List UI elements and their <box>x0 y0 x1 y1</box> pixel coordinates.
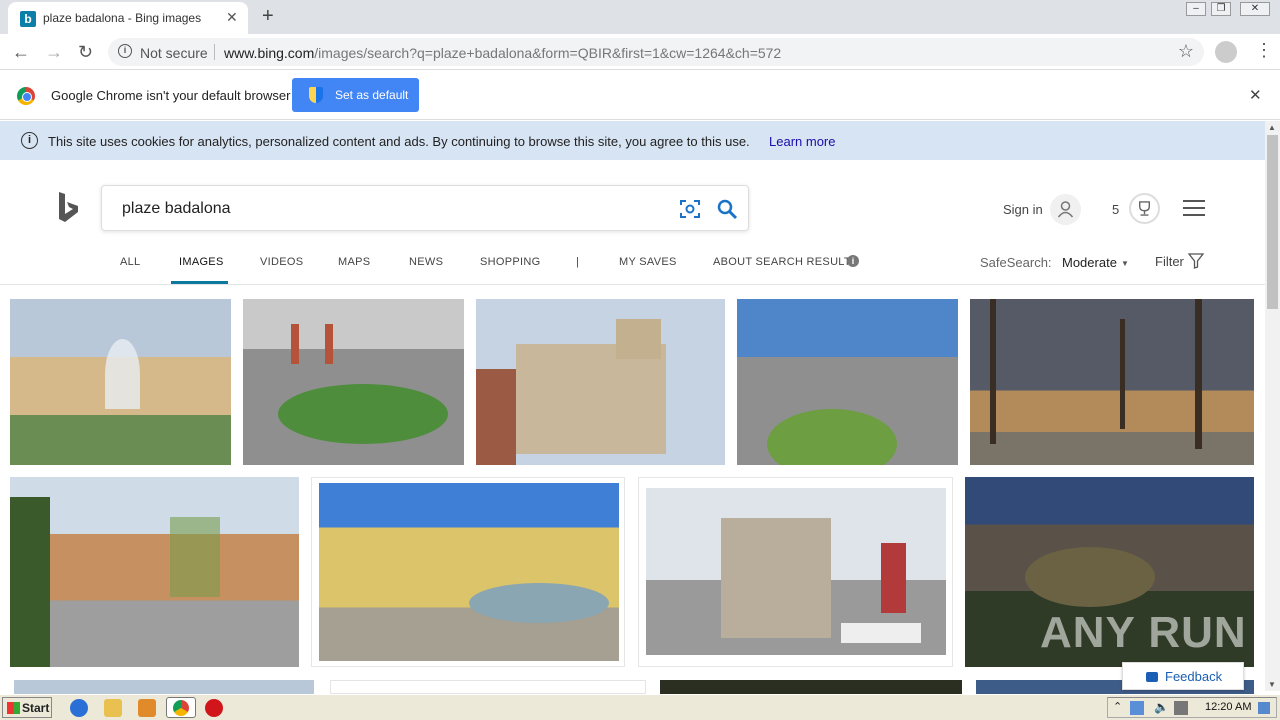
tab-strip: b plaze badalona - Bing images ✕ + – ❐ ✕ <box>0 0 1280 34</box>
tab-shopping[interactable]: SHOPPING <box>480 256 540 268</box>
scope-bar: ALL IMAGES VIDEOS MAPS NEWS SHOPPING | M… <box>0 240 1265 285</box>
image-result[interactable] <box>243 299 464 465</box>
security-tray-icon[interactable] <box>1174 701 1188 715</box>
start-button[interactable]: Start <box>2 697 52 718</box>
media-player-icon[interactable] <box>138 699 156 717</box>
tray-expand-icon[interactable]: ⌃ <box>1113 700 1122 713</box>
start-label: Start <box>22 701 50 715</box>
tab-maps[interactable]: MAPS <box>338 256 370 268</box>
anyrun-watermark: ANY RUN <box>1040 608 1247 657</box>
set-as-default-button[interactable]: Set as default <box>292 78 419 112</box>
vertical-scrollbar[interactable]: ▲ ▼ <box>1265 121 1280 691</box>
volume-icon[interactable]: 🔈 <box>1154 700 1169 714</box>
infobar-message: Google Chrome isn't your default browser <box>51 88 291 103</box>
image-result[interactable] <box>10 477 299 667</box>
comment-icon <box>1146 672 1158 682</box>
system-tray: ⌃ 🔈 <box>1107 697 1277 718</box>
user-icon[interactable] <box>1050 194 1081 225</box>
tab-about-search-results[interactable]: ABOUT SEARCH RESULTS <box>713 256 859 268</box>
scrollbar-thumb[interactable] <box>1267 135 1278 309</box>
search-box[interactable]: plaze badalona <box>101 185 749 231</box>
image-result[interactable] <box>970 299 1254 465</box>
url-text[interactable]: www.bing.com/images/search?q=plaze+badal… <box>224 45 781 61</box>
image-result[interactable] <box>311 477 625 667</box>
active-tab-underline <box>171 281 228 284</box>
scroll-down-icon[interactable]: ▼ <box>1268 680 1276 689</box>
search-input[interactable]: plaze badalona <box>122 200 231 218</box>
safesearch-dropdown[interactable]: Moderate <box>1062 255 1117 270</box>
sign-in-link[interactable]: Sign in <box>1003 202 1043 217</box>
chrome-logo-icon <box>17 87 35 105</box>
image-result[interactable] <box>14 680 314 694</box>
tab-images[interactable]: IMAGES <box>179 256 224 268</box>
tab-title: plaze badalona - Bing images <box>43 11 202 25</box>
clock: 12:20 AM <box>1205 701 1252 713</box>
infobar-close-icon[interactable]: ✕ <box>1249 86 1262 104</box>
browser-tab[interactable]: b plaze badalona - Bing images ✕ <box>8 2 248 34</box>
info-icon[interactable]: i <box>847 255 859 267</box>
new-tab-button[interactable]: + <box>262 5 274 28</box>
tab-close-icon[interactable]: ✕ <box>226 9 238 26</box>
image-result[interactable] <box>660 680 962 694</box>
url-host: www.bing.com <box>224 45 315 61</box>
image-result[interactable] <box>10 299 231 465</box>
feedback-label: Feedback <box>1165 669 1223 684</box>
tab-my-saves[interactable]: MY SAVES <box>619 256 677 268</box>
filter-button[interactable]: Filter <box>1155 254 1184 269</box>
window-close-button[interactable]: ✕ <box>1240 2 1270 16</box>
image-result[interactable] <box>330 680 646 694</box>
info-icon: i <box>21 132 38 149</box>
address-bar[interactable]: i Not secure www.bing.com/images/search?… <box>108 38 1204 66</box>
bing-favicon-icon: b <box>20 11 36 27</box>
internet-explorer-icon[interactable] <box>70 699 88 717</box>
chrome-menu-icon[interactable]: ⋮ <box>1255 40 1273 61</box>
back-icon[interactable]: ← <box>12 42 30 63</box>
address-separator <box>214 44 215 60</box>
image-result[interactable] <box>638 477 953 667</box>
set-as-default-label: Set as default <box>335 88 409 102</box>
chrome-taskbar-button[interactable] <box>166 697 196 718</box>
image-thumbnail <box>319 483 619 661</box>
bing-logo-icon[interactable] <box>57 192 79 224</box>
scroll-up-icon[interactable]: ▲ <box>1268 123 1276 132</box>
visual-search-icon[interactable] <box>680 199 700 219</box>
browser-toolbar: ← → ↻ i Not secure www.bing.com/images/s… <box>0 34 1280 70</box>
info-icon[interactable]: i <box>118 44 132 58</box>
safesearch-label: SafeSearch: <box>980 255 1052 270</box>
shield-icon <box>309 87 323 103</box>
scope-divider: | <box>576 256 580 268</box>
minimize-button[interactable]: – <box>1186 2 1206 16</box>
windows-flag-icon <box>7 702 20 714</box>
image-result[interactable] <box>737 299 958 465</box>
filter-icon[interactable] <box>1188 253 1204 269</box>
learn-more-link[interactable]: Learn more <box>769 134 835 149</box>
bookmark-star-icon[interactable]: ☆ <box>1178 41 1194 62</box>
tab-news[interactable]: NEWS <box>409 256 443 268</box>
image-result[interactable] <box>476 299 725 465</box>
alert-icon[interactable] <box>205 699 223 717</box>
default-browser-infobar: Google Chrome isn't your default browser… <box>0 71 1280 120</box>
chrome-icon <box>173 700 189 716</box>
cookie-banner: i This site uses cookies for analytics, … <box>0 121 1265 160</box>
chevron-down-icon[interactable]: ▼ <box>1121 259 1129 268</box>
profile-avatar[interactable] <box>1215 41 1237 63</box>
reload-icon[interactable]: ↻ <box>78 42 93 63</box>
search-icon[interactable] <box>716 198 738 220</box>
network-icon[interactable] <box>1130 701 1144 715</box>
folder-icon[interactable] <box>104 699 122 717</box>
url-path: /images/search?q=plaze+badalona&form=QBI… <box>314 45 782 61</box>
tab-videos[interactable]: VIDEOS <box>260 256 303 268</box>
show-desktop-icon[interactable] <box>1258 702 1270 714</box>
trophy-icon[interactable] <box>1129 193 1160 224</box>
security-label[interactable]: Not secure <box>140 45 208 61</box>
image-thumbnail <box>646 488 946 655</box>
feedback-button[interactable]: Feedback <box>1122 662 1244 690</box>
restore-button[interactable]: ❐ <box>1211 2 1231 16</box>
taskbar: Start ⌃ 🔈 12:20 AM <box>0 694 1280 720</box>
cookie-text: This site uses cookies for analytics, pe… <box>48 134 750 149</box>
rewards-points[interactable]: 5 <box>1112 202 1119 217</box>
hamburger-menu-icon[interactable] <box>1183 200 1205 216</box>
tab-all[interactable]: ALL <box>120 256 140 268</box>
forward-icon[interactable]: → <box>45 42 63 63</box>
